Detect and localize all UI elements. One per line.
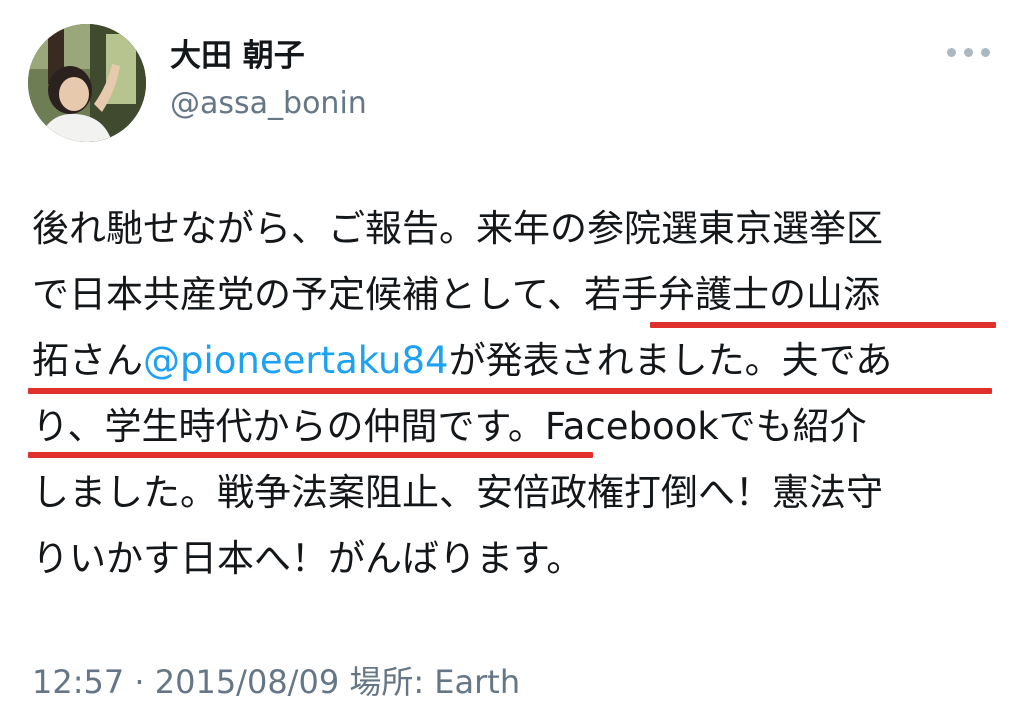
tweet-line: りいかす日本へ！がんばります。 (32, 537, 584, 580)
ellipsis-icon (980, 47, 990, 57)
tweet-line: り、学生時代からの仲間です。Facebookでも紹介 (32, 405, 867, 448)
highlight-underline (28, 452, 593, 458)
tweet-line: で日本共産党の予定候補として、若手弁護士の山添 (32, 273, 881, 316)
highlight-underline (650, 322, 996, 328)
tweet-text-segment: 拓さん (32, 339, 143, 382)
user-avatar[interactable] (28, 24, 146, 142)
mention-link[interactable]: @pioneertaku84 (143, 339, 449, 382)
user-handle[interactable]: @assa_bonin (170, 84, 367, 124)
ellipsis-icon (963, 47, 973, 57)
tweet-timestamp-location: 12:57 · 2015/08/09 場所: Earth (32, 663, 521, 701)
highlight-underline (28, 388, 992, 394)
tweet-text-segment: が発表されました。夫であ (448, 339, 893, 382)
ellipsis-icon (946, 47, 956, 57)
tweet-line: 拓さん@pioneertaku84が発表されました。夫であ (32, 328, 1002, 394)
avatar-photo-icon (28, 24, 146, 142)
tweet-line: 後れ馳せながら、ご報告。来年の参院選東京選挙区 (32, 207, 883, 250)
more-options-button[interactable] (940, 36, 996, 68)
tweet-card: 大田 朝子 @assa_bonin 後れ馳せながら、ご報告。来年の参院選東京選挙… (0, 0, 1024, 709)
tweet-body: 後れ馳せながら、ご報告。来年の参院選東京選挙区 で日本共産党の予定候補として、若… (32, 196, 1002, 592)
display-name[interactable]: 大田 朝子 (170, 36, 305, 76)
tweet-line: しました。戦争法案阻止、安倍政権打倒へ！憲法守 (32, 471, 883, 514)
